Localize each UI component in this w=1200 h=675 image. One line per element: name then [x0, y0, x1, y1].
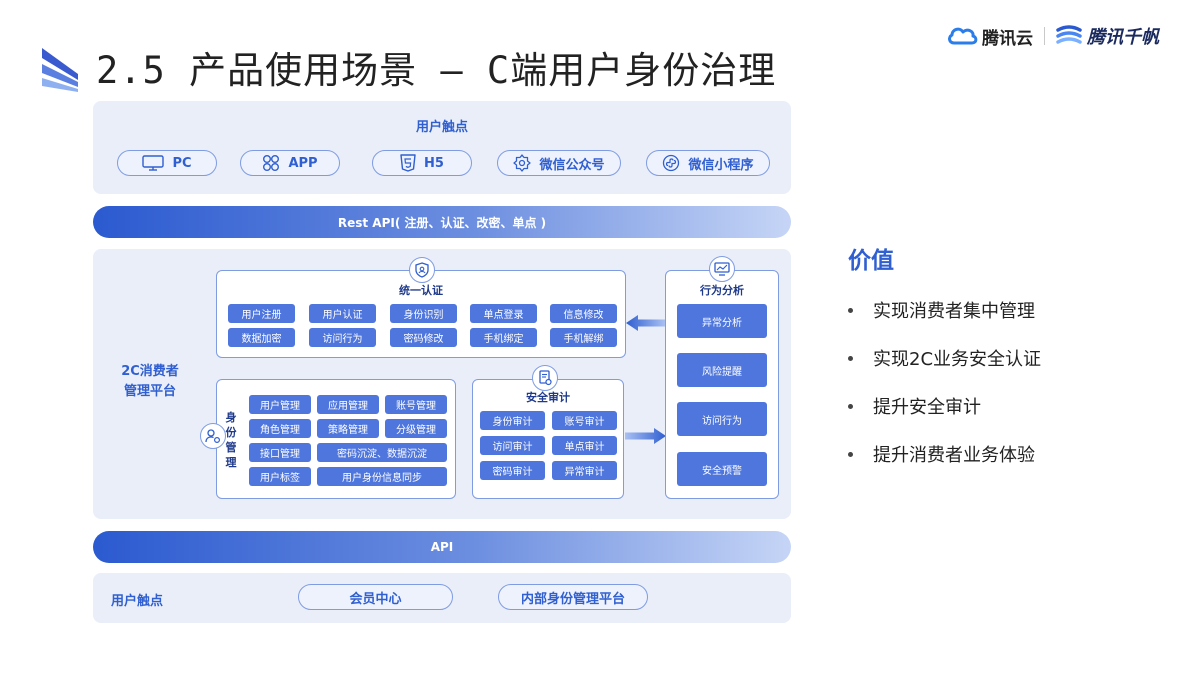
value-item-text: 实现消费者集中管理: [873, 301, 1035, 322]
touchpoint-mini-program-label: 微信小程序: [688, 157, 754, 173]
behavior-chip: 异常分析: [677, 304, 767, 338]
value-title: 价值: [848, 248, 894, 274]
identity-title-char: 理: [225, 456, 237, 469]
brand-qianfan-text: 腾讯千帆: [1087, 27, 1159, 48]
touchpoints-bottom-label: 用户触点: [111, 594, 164, 609]
identity-chip: 密码沉淀、数据沉淀: [317, 443, 447, 462]
touchpoint-pc-label: PC: [172, 155, 192, 171]
monitor-icon: [142, 155, 165, 171]
identity-chip: 分级管理: [385, 419, 447, 438]
behavior-chip: 风险提醒: [677, 353, 767, 387]
identity-chip: 账号管理: [385, 395, 447, 414]
behavior-chip: 访问行为: [677, 402, 767, 436]
identity-chip: 接口管理: [249, 443, 311, 462]
touchpoint-h5: H5: [372, 150, 472, 176]
audit-chip: 访问审计: [480, 436, 545, 455]
html5-icon: [400, 154, 416, 172]
identity-chip: 用户身份信息同步: [317, 467, 447, 486]
auth-chip: 手机绑定: [470, 328, 537, 347]
security-audit-title: 安全审计: [526, 391, 570, 404]
auth-chip: 用户注册: [228, 304, 295, 323]
value-item: 提升安全审计: [848, 393, 981, 419]
internal-identity-platform-pill: 内部身份管理平台: [498, 584, 648, 610]
auth-chip: 身份识别: [390, 304, 457, 323]
touchpoint-pc: PC: [117, 150, 217, 176]
cloud-logo-icon: [948, 27, 978, 45]
touchpoints-top-panel: [93, 101, 791, 194]
audit-chip: 密码审计: [480, 461, 545, 480]
title-stripes-icon: [42, 48, 78, 92]
touchpoint-app: APP: [240, 150, 340, 176]
behavior-chip: 安全预警: [677, 452, 767, 486]
value-item: 实现2C业务安全认证: [848, 345, 1041, 371]
identity-chip: 用户标签: [249, 467, 311, 486]
bullet-icon: [848, 403, 853, 409]
identity-chip: 应用管理: [317, 395, 379, 414]
audit-chip: 身份审计: [480, 411, 545, 430]
unified-auth-title: 统一认证: [399, 284, 443, 297]
value-item-text: 提升安全审计: [873, 397, 981, 418]
auth-shield-icon: [409, 257, 435, 283]
touchpoint-app-label: APP: [288, 155, 318, 171]
auth-chip: 单点登录: [470, 304, 537, 323]
touchpoint-h5-label: H5: [424, 155, 444, 171]
value-item-text: 提升消费者业务体验: [873, 445, 1035, 466]
identity-title-char: 身: [225, 411, 237, 424]
auth-chip: 密码修改: [390, 328, 457, 347]
page-title: 2.5 产品使用场景 — C端用户身份治理: [96, 49, 777, 92]
arrow-left-icon: [626, 315, 665, 331]
identity-title-char: 份: [225, 426, 237, 439]
audit-chip: 单点审计: [552, 436, 617, 455]
monitor-analytics-icon: [709, 256, 735, 282]
auth-chip: 用户认证: [309, 304, 376, 323]
touchpoint-wechat-official-label: 微信公众号: [539, 157, 605, 173]
brand-cloud-text: 腾讯云: [982, 28, 1033, 49]
tencent-qianfan-logo: 腾讯千帆: [1055, 22, 1159, 50]
platform-label-line2: 管理平台: [123, 384, 176, 399]
gear-badge-icon: [513, 154, 532, 172]
api-bar: API: [93, 531, 791, 563]
identity-chip: 角色管理: [249, 419, 311, 438]
touchpoint-mini-program: 微信小程序: [646, 150, 770, 176]
auth-chip: 数据加密: [228, 328, 295, 347]
identity-chip: 策略管理: [317, 419, 379, 438]
platform-label: 2C消费者 管理平台: [105, 362, 195, 402]
rest-api-bar: Rest API( 注册、认证、改密、单点 ): [93, 206, 791, 238]
value-item: 提升消费者业务体验: [848, 441, 1035, 467]
tencent-cloud-logo: 腾讯云: [946, 22, 1033, 50]
value-item-text: 实现2C业务安全认证: [873, 349, 1042, 370]
behavior-analysis-title: 行为分析: [700, 284, 744, 297]
mini-program-icon: [663, 154, 680, 172]
app-grid-icon: [263, 155, 280, 171]
value-item: 实现消费者集中管理: [848, 297, 1035, 323]
audit-doc-icon: [532, 365, 558, 391]
identity-title-char: 管: [225, 441, 237, 454]
identity-mgmt-title: 身 份 管 理: [223, 410, 239, 470]
platform-label-line1: 2C消费者: [121, 364, 179, 379]
bullet-icon: [848, 355, 853, 361]
identity-chip: 用户管理: [249, 395, 311, 414]
audit-chip: 异常审计: [552, 461, 617, 480]
qianfan-logo-icon: [1056, 25, 1082, 44]
audit-chip: 账号审计: [552, 411, 617, 430]
auth-chip: 手机解绑: [550, 328, 617, 347]
member-center-pill: 会员中心: [298, 584, 453, 610]
bullet-icon: [848, 307, 853, 313]
touchpoint-wechat-official: 微信公众号: [497, 150, 621, 176]
brand-divider: [1044, 27, 1045, 45]
bullet-icon: [848, 451, 853, 457]
auth-chip: 信息修改: [550, 304, 617, 323]
auth-chip: 访问行为: [309, 328, 376, 347]
arrow-right-icon: [625, 428, 666, 444]
touchpoints-top-label: 用户触点: [415, 120, 468, 135]
